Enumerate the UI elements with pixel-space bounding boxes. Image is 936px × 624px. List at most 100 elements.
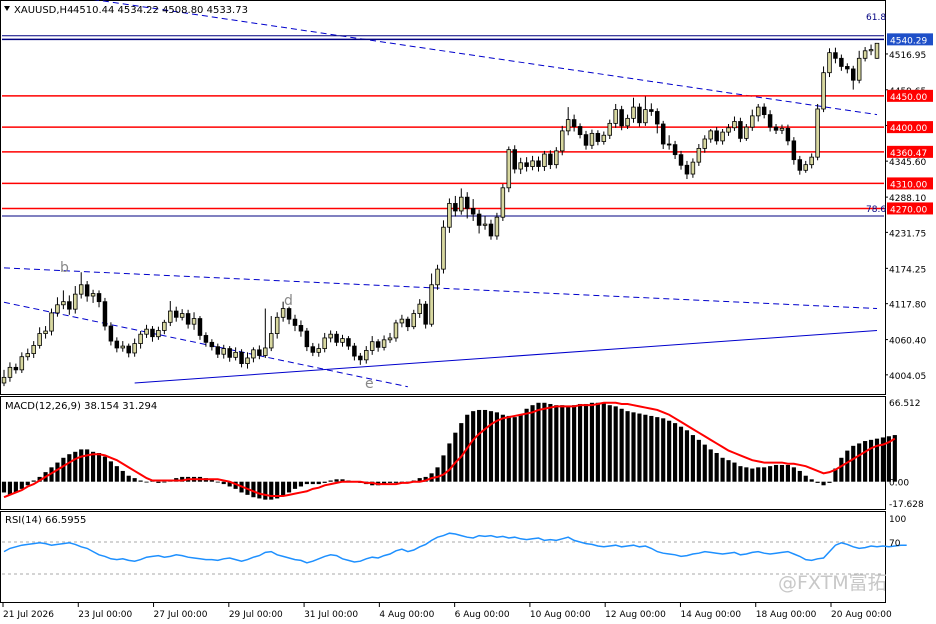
macd-bar: [524, 408, 529, 482]
macd-bar: [488, 411, 494, 482]
macd-bar: [518, 414, 523, 482]
macd-bar: [708, 449, 713, 482]
macd-bar: [762, 467, 767, 482]
macd-bar: [393, 481, 399, 483]
macd-bar: [304, 481, 309, 485]
macd-bar: [322, 481, 327, 483]
macd-bar: [667, 420, 672, 482]
macd-bar: [601, 402, 606, 482]
macd-bar: [566, 406, 571, 482]
macd-bar: [690, 435, 695, 482]
time-tick-label: 31 Jul 00:00: [304, 610, 358, 620]
macd-bar: [108, 461, 113, 482]
candle: [102, 297, 108, 331]
macd-bar: [471, 411, 476, 482]
macd-bar: [500, 414, 505, 482]
macd-bar: [512, 417, 517, 482]
macd-bar: [868, 439, 874, 482]
macd-bar: [797, 470, 802, 482]
price-tick-label: 4231.75: [889, 229, 926, 239]
price-tick-label: 4174.25: [889, 265, 926, 275]
rsi-title: RSI(14) 66.5955: [5, 515, 86, 526]
rsi-tick-label: 70: [889, 539, 901, 549]
ohlc-values: 4510.44 4534.22 4508.80 4533.73: [73, 5, 248, 16]
candle: [441, 220, 446, 274]
macd-bar: [453, 432, 458, 482]
time-tick-label: 18 Aug 00:00: [756, 610, 817, 620]
macd-bar: [809, 479, 814, 482]
macd-bar: [857, 443, 862, 482]
trading-chart[interactable]: 4516.954459.654402.654345.604288.104231.…: [0, 0, 936, 624]
macd-bar: [257, 481, 262, 499]
candle: [494, 212, 500, 240]
candle: [827, 48, 832, 78]
macd-bar: [637, 413, 642, 482]
macd-bar: [714, 453, 719, 482]
macd-bar: [583, 403, 589, 482]
macd-bar: [96, 453, 102, 482]
macd-bar: [19, 481, 24, 489]
macd-bar: [477, 409, 482, 482]
time-tick-label: 12 Aug 00:00: [605, 610, 666, 620]
macd-bar: [572, 405, 577, 482]
rsi-tick-label: 100: [889, 515, 906, 525]
fib-label-786: 78.6: [866, 205, 886, 215]
candle: [815, 103, 820, 161]
level-price-label: 4310.00: [890, 180, 927, 190]
macd-bar: [506, 415, 511, 482]
wave-label-d: d: [284, 293, 293, 309]
macd-bar: [554, 405, 559, 482]
price-tick-label: 4516.95: [889, 51, 926, 61]
macd-bar: [120, 470, 125, 482]
fib-label-618: 61.8: [866, 13, 886, 23]
time-tick-label: 20 Aug 00:00: [831, 610, 892, 620]
macd-bar: [892, 435, 897, 482]
candle: [874, 42, 880, 59]
price-tick-label: 4345.60: [889, 158, 926, 168]
macd-bar: [779, 464, 785, 482]
macd-bar: [482, 409, 488, 482]
macd-bar: [732, 462, 737, 482]
macd-bar: [334, 479, 339, 482]
symbol-timeframe: XAUUSD,H4: [14, 5, 73, 16]
macd-bar: [625, 411, 630, 482]
macd-bar: [673, 423, 678, 482]
macd-bar: [114, 466, 119, 482]
macd-tick-label: 66.512: [889, 399, 921, 409]
candle: [423, 301, 428, 329]
macd-bar: [310, 481, 315, 485]
wave-label-e: e: [365, 376, 374, 392]
macd-bar: [263, 481, 268, 500]
macd-bar: [607, 405, 612, 482]
macd-bar: [156, 481, 161, 483]
time-tick-label: 14 Aug 00:00: [680, 610, 741, 620]
macd-bar: [815, 481, 820, 483]
macd-bar: [684, 430, 690, 482]
macd-bar: [738, 466, 743, 482]
time-tick-label: 27 Jul 00:00: [154, 610, 208, 620]
candle: [738, 117, 743, 143]
macd-bar: [542, 402, 547, 482]
macd-bar: [643, 414, 648, 482]
wave-label-b: b: [60, 260, 69, 276]
macd-bar: [756, 467, 761, 482]
macd-bar: [55, 462, 60, 482]
macd-bar: [91, 451, 96, 482]
macd-bar: [827, 481, 832, 483]
macd-bar: [839, 457, 844, 482]
macd-bar: [1, 481, 7, 493]
macd-bar: [548, 403, 553, 482]
macd-bar: [631, 412, 636, 482]
macd-bar: [221, 481, 226, 485]
price-tick-label: 4117.80: [889, 301, 926, 311]
macd-bar: [595, 402, 600, 482]
macd-bar: [768, 466, 773, 482]
macd-bar: [530, 405, 535, 482]
macd-bar: [61, 457, 66, 482]
time-tick-label: 10 Aug 00:00: [530, 610, 591, 620]
macd-tick-label: -17.628: [889, 500, 924, 510]
watermark: @FXTM富拓: [778, 572, 887, 594]
macd-bar: [298, 481, 304, 487]
macd-bar: [31, 480, 36, 482]
time-tick-label: 29 Jul 00:00: [229, 610, 283, 620]
